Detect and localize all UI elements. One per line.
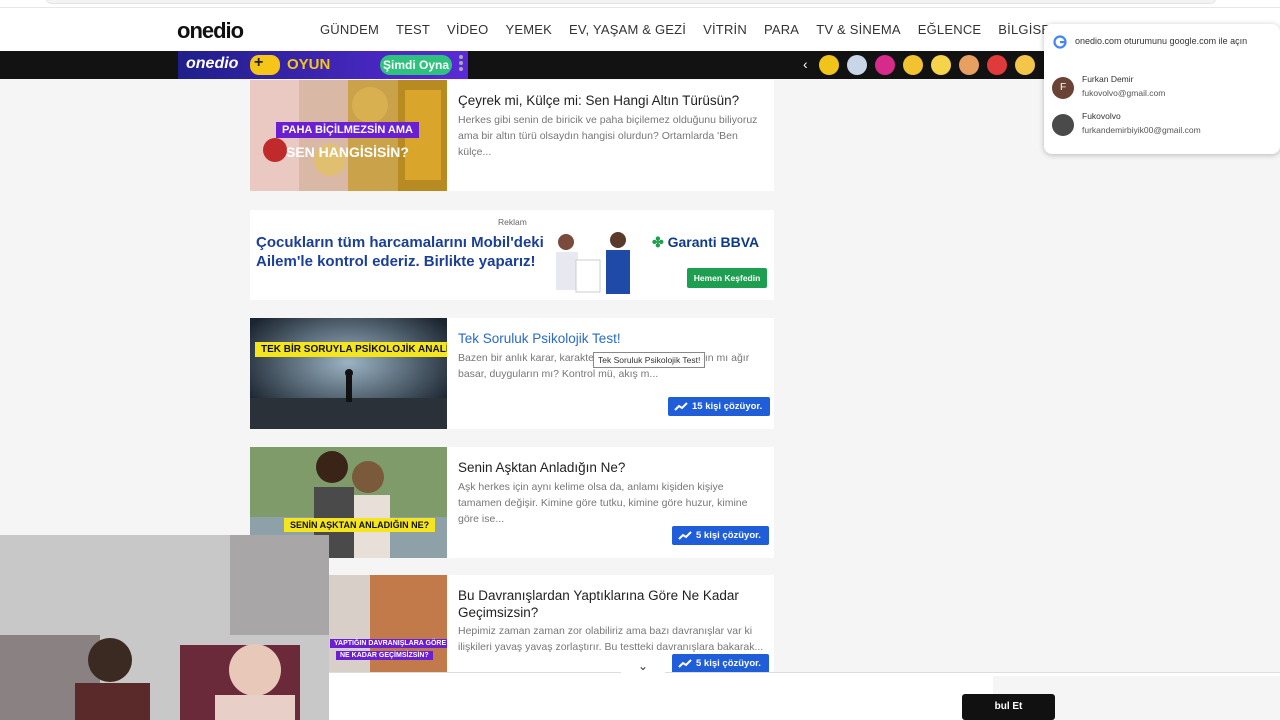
storm-image [250,318,447,429]
accept-cookies-button[interactable]: bul Et [962,694,1055,720]
thumb-label: NE KADAR GEÇİMSİZSİN? [336,651,433,660]
nav-ev-yasam-gezi[interactable]: EV, YAŞAM & GEZİ [569,22,686,37]
game-logo: onedio [186,55,239,72]
trending-icon [674,402,688,411]
nav-tv-sinema[interactable]: TV & SİNEMA [816,22,901,37]
account-item[interactable]: Fukovolvo furkandemirbiyik00@gmail.com [1052,111,1272,141]
game-icon[interactable] [931,55,951,75]
gamepad-icon [250,54,280,75]
nav-vitrin[interactable]: VİTRİN [703,22,747,37]
account-item[interactable]: F Furkan Demir fukovolvo@gmail.com [1052,74,1272,104]
site-logo[interactable]: onedio [177,18,244,44]
badge-label: 15 kişi çözüyor. [692,401,763,412]
more-dots-icon[interactable] [459,55,465,75]
tooltip: Tek Soruluk Psikolojik Test! [593,352,706,368]
game-icon[interactable] [875,55,895,75]
thumb-label: SEN HANGİSİSİN? [286,144,409,160]
thumb-label: PAHA BİÇİLMEZSİN AMA [276,122,419,138]
badge-label: 5 kişi çözüyor. [696,658,761,669]
card-description: Aşk herkes için aynı kelime olsa da, anl… [458,481,748,525]
game-icon[interactable] [903,55,923,75]
account-name: Fukovolvo [1082,111,1121,121]
ad-brand-name: Garanti BBVA [667,234,760,250]
solving-count-badge[interactable]: 5 kişi çözüyor. [672,526,769,545]
account-email: fukovolvo@gmail.com [1082,88,1166,98]
game-icon[interactable] [1015,55,1035,75]
nav-video[interactable]: VİDEO [447,22,488,37]
card-title[interactable]: Bu Davranışlardan Yaptıklarına Göre Ne K… [458,587,768,621]
google-signin-popup: onedio.com oturumunu google.com ile açın… [1044,24,1280,154]
nav-gundem[interactable]: GÜNDEM [320,22,379,37]
badge-label: 5 kişi çözüyor. [696,530,761,541]
solving-count-badge[interactable]: 15 kişi çözüyor. [668,397,771,416]
nav-yemek[interactable]: YEMEK [505,22,552,37]
popup-title: onedio.com oturumunu google.com ile açın [1075,36,1248,46]
list-item[interactable]: PAHA BİÇİLMEZSİN AMA SEN HANGİSİSİN? Çey… [250,80,774,191]
avatar: F [1052,77,1074,99]
address-bar[interactable] [46,0,1216,4]
webcam-overlay [0,535,329,720]
ad-people-image [556,232,630,294]
card-title[interactable]: Tek Soruluk Psikolojik Test! [458,330,768,347]
account-name: Furkan Demir [1082,74,1134,84]
thumb-label: SENİN AŞKTAN ANLADIĞIN NE? [284,518,436,532]
webcam-image [0,535,329,720]
ad-text: Çocukların tüm harcamalarını Mobil'deki … [256,234,544,270]
card-thumbnail[interactable]: TEK BİR SORUYLA PSİKOLOJİK ANALİZ! [250,318,447,429]
game-icon[interactable] [959,55,979,75]
chevron-down-icon[interactable]: ⌄ [621,656,665,676]
nav-test[interactable]: TEST [396,22,430,37]
card-thumbnail[interactable]: PAHA BİÇİLMEZSİN AMA SEN HANGİSİSİN? [250,80,447,191]
list-item[interactable]: TEK BİR SORUYLA PSİKOLOJİK ANALİZ! Tek S… [250,318,774,429]
google-icon [1053,35,1067,49]
trending-icon [678,659,692,668]
game-oyun-label: OYUN [287,56,331,73]
avatar [1052,114,1074,136]
game-icon[interactable] [847,55,867,75]
thumb-label: TEK BİR SORUYLA PSİKOLOJİK ANALİZ! [255,342,447,357]
card-description: Herkes gibi senin de biricik ve paha biç… [458,114,758,158]
game-icons [819,55,1035,75]
main-nav: GÜNDEM TEST VİDEO YEMEK EV, YAŞAM & GEZİ… [320,22,1075,37]
card-title[interactable]: Senin Aşktan Anladığın Ne? [458,459,768,476]
trending-icon [678,531,692,540]
card-title[interactable]: Çeyrek mi, Külçe mi: Sen Hangi Altın Tür… [458,92,768,109]
ad-cta-button[interactable]: Hemen Keşfedin [687,268,767,288]
card-description: Hepimiz zaman zaman zor olabiliriz ama b… [458,625,764,653]
game-icon[interactable] [987,55,1007,75]
account-email: furkandemirbiyik00@gmail.com [1082,125,1201,135]
nav-eglence[interactable]: EĞLENCE [918,22,982,37]
thumb-label: YAPTIĞIN DAVRANIŞLARA GÖRE [330,639,447,648]
advertisement[interactable]: Reklam Çocukların tüm harcamalarını Mobi… [250,210,774,300]
browser-top-strip [0,0,1280,8]
solving-count-badge[interactable]: 5 kişi çözüyor. [672,654,769,673]
play-now-button[interactable]: Şimdi Oyna [380,55,452,75]
game-icon[interactable] [819,55,839,75]
chevron-left-icon[interactable]: ‹ [803,56,808,72]
nav-para[interactable]: PARA [764,22,799,37]
ad-label: Reklam [498,217,527,227]
ad-brand: ✤ Garanti BBVA [652,234,760,250]
